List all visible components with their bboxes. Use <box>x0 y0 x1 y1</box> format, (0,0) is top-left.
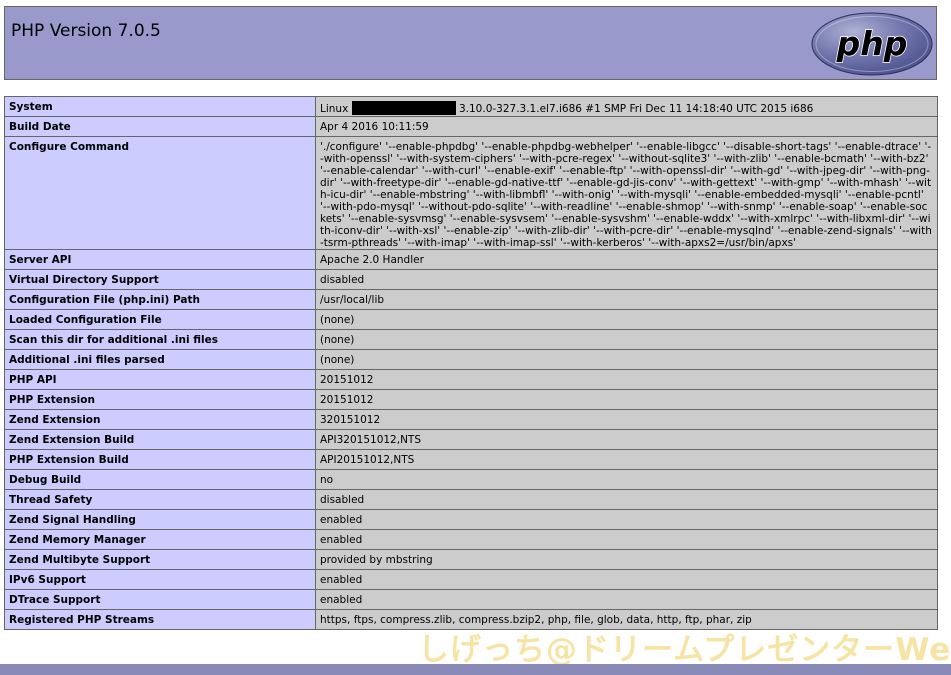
dtrace-support-label: DTrace Support <box>4 589 316 610</box>
info-row-server-api: Server API Apache 2.0 Handler <box>4 249 938 270</box>
redaction-box <box>351 101 456 115</box>
zend-memory-manager-value: enabled <box>315 529 938 550</box>
configure-command-label: Configure Command <box>4 136 316 250</box>
scan-this-dir-for-additional-ini-files-label: Scan this dir for additional .ini files <box>4 329 316 350</box>
info-row-dtrace-support: DTrace Support enabled <box>4 589 938 610</box>
registered-php-streams-value: https, ftps, compress.zlib, compress.bzi… <box>315 609 938 630</box>
php-extension-value: 20151012 <box>315 389 938 410</box>
php-extension-label: PHP Extension <box>4 389 316 410</box>
build-date-label: Build Date <box>4 116 316 137</box>
configure-command-value: './configure' '--enable-phpdbg' '--enabl… <box>315 136 938 250</box>
watermark: しげっち@ドリームプレゼンターWeb <box>418 632 951 668</box>
additional-ini-files-parsed-value: (none) <box>315 349 938 370</box>
system-value-prefix: Linux <box>320 103 352 115</box>
system-label: System <box>4 96 316 117</box>
info-row-php-extension: PHP Extension 20151012 <box>4 389 938 410</box>
window-bottom-edge <box>0 664 951 675</box>
zend-multibyte-support-value: provided by mbstring <box>315 549 938 570</box>
zend-memory-manager-label: Zend Memory Manager <box>4 529 316 550</box>
info-row-configure-command: Configure Command './configure' '--enable… <box>4 136 938 250</box>
system-value-suffix: 3.10.0-327.3.1.el7.i686 #1 SMP Fri Dec 1… <box>455 103 814 115</box>
info-row-configuration-file-php-ini-path: Configuration File (php.ini) Path/usr/lo… <box>4 289 938 310</box>
zend-multibyte-support-label: Zend Multibyte Support <box>4 549 316 570</box>
ipv6-support-label: IPv6 Support <box>4 569 316 590</box>
page-title: PHP Version 7.0.5 <box>11 21 161 41</box>
debug-build-label: Debug Build <box>4 469 316 490</box>
info-row-build-date: Build Date Apr 4 2016 10:11:59 <box>4 116 938 137</box>
info-row-php-extension-build: PHP Extension Build API20151012,NTS <box>4 449 938 470</box>
zend-extension-value: 320151012 <box>315 409 938 430</box>
php-extension-build-label: PHP Extension Build <box>4 449 316 470</box>
info-row-registered-php-streams: Registered PHP Streams https, ftps, compr… <box>4 609 938 630</box>
loaded-configuration-file-label: Loaded Configuration File <box>4 309 316 330</box>
php-logo: php <box>811 12 933 76</box>
debug-build-value: no <box>315 469 938 490</box>
zend-signal-handling-label: Zend Signal Handling <box>4 509 316 530</box>
info-row-zend-signal-handling: Zend Signal Handling enabled <box>4 509 938 530</box>
server-api-label: Server API <box>4 249 316 270</box>
thread-safety-label: Thread Safety <box>4 489 316 510</box>
phpinfo-header: PHP Version 7.0.5 php <box>4 6 937 80</box>
configuration-file-php-ini-path-label: Configuration File (php.ini) Path <box>4 289 316 310</box>
zend-extension-build-value: API320151012,NTS <box>315 429 938 450</box>
info-row-debug-build: Debug Build no <box>4 469 938 490</box>
loaded-configuration-file-value: (none) <box>315 309 938 330</box>
thread-safety-value: disabled <box>315 489 938 510</box>
info-row-zend-multibyte-support: Zend Multibyte Support provided by mbstri… <box>4 549 938 570</box>
php-api-value: 20151012 <box>315 369 938 390</box>
dtrace-support-value: enabled <box>315 589 938 610</box>
php-api-label: PHP API <box>4 369 316 390</box>
info-row-ipv6-support: IPv6 Support enabled <box>4 569 938 590</box>
ipv6-support-value: enabled <box>315 569 938 590</box>
php-extension-build-value: API20151012,NTS <box>315 449 938 470</box>
zend-signal-handling-value: enabled <box>315 509 938 530</box>
info-row-php-api: PHP API 20151012 <box>4 369 938 390</box>
registered-php-streams-label: Registered PHP Streams <box>4 609 316 630</box>
info-row-zend-memory-manager: Zend Memory Manager enabled <box>4 529 938 550</box>
info-row-loaded-configuration-file: Loaded Configuration File (none) <box>4 309 938 330</box>
server-api-value: Apache 2.0 Handler <box>315 249 938 270</box>
system-value: Linux 3.10.0-327.3.1.el7.i686 #1 SMP Fri… <box>315 96 938 117</box>
info-row-zend-extension: Zend Extension 320151012 <box>4 409 938 430</box>
virtual-directory-support-value: disabled <box>315 269 938 290</box>
scan-this-dir-for-additional-ini-files-value: (none) <box>315 329 938 350</box>
php-logo-text: php <box>836 24 908 63</box>
virtual-directory-support-label: Virtual Directory Support <box>4 269 316 290</box>
info-row-scan-this-dir-for-additional-ini-files: Scan this dir for additional .ini files(… <box>4 329 938 350</box>
zend-extension-build-label: Zend Extension Build <box>4 429 316 450</box>
build-date-value: Apr 4 2016 10:11:59 <box>315 116 938 137</box>
phpinfo-table: System Linux 3.10.0-327.3.1.el7.i686 #1 … <box>4 96 938 630</box>
info-row-zend-extension-build: Zend Extension Build API320151012,NTS <box>4 429 938 450</box>
info-row-virtual-directory-support: Virtual Directory Support disabled <box>4 269 938 290</box>
info-row-thread-safety: Thread Safety disabled <box>4 489 938 510</box>
zend-extension-label: Zend Extension <box>4 409 316 430</box>
additional-ini-files-parsed-label: Additional .ini files parsed <box>4 349 316 370</box>
info-row-additional-ini-files-parsed: Additional .ini files parsed (none) <box>4 349 938 370</box>
info-row-system: System Linux 3.10.0-327.3.1.el7.i686 #1 … <box>4 96 938 117</box>
configuration-file-php-ini-path-value: /usr/local/lib <box>315 289 938 310</box>
